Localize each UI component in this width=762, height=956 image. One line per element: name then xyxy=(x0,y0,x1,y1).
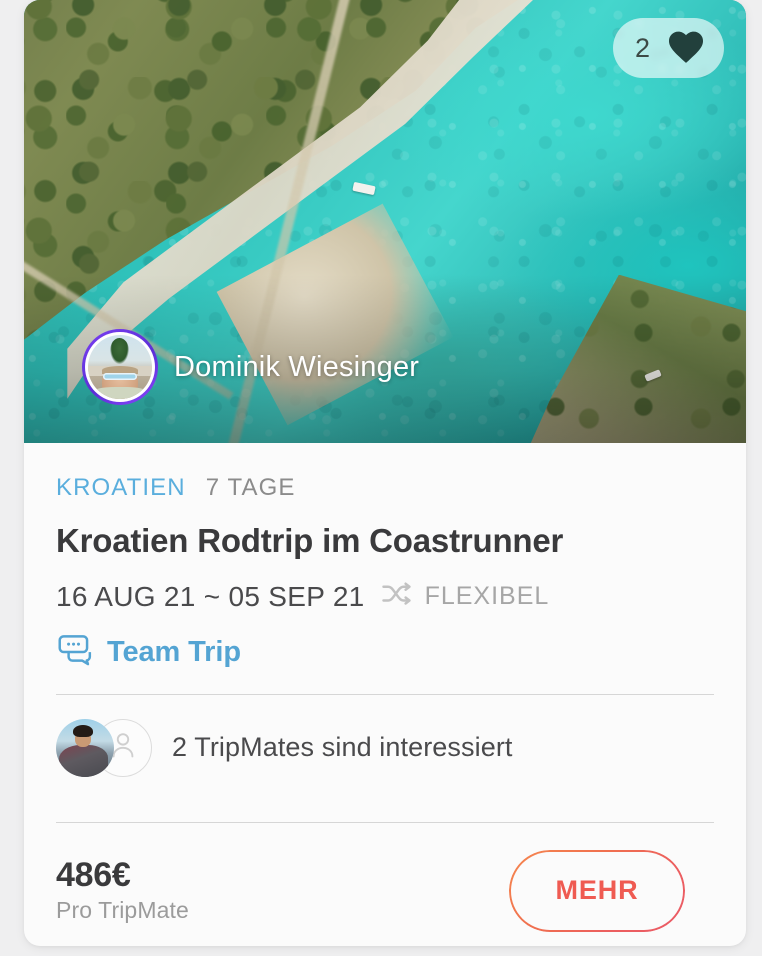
host-row[interactable]: Dominik Wiesinger xyxy=(82,329,419,405)
heart-icon[interactable] xyxy=(666,28,706,69)
tripmates-interest-text: 2 TripMates sind interessiert xyxy=(172,732,513,763)
favorites-badge[interactable]: 2 xyxy=(612,18,724,78)
card-body: KROATIEN 7 TAGE Kroatien Rodtrip im Coas… xyxy=(24,443,746,932)
host-avatar-ring[interactable] xyxy=(82,329,158,405)
team-trip-row[interactable]: Team Trip xyxy=(56,634,714,671)
host-name: Dominik Wiesinger xyxy=(174,350,420,383)
hero-image-container[interactable]: 2 Dominik Wiesinger xyxy=(24,0,746,443)
trip-card[interactable]: 2 Dominik Wiesinger KROATIEN 7 TAGE Kroa… xyxy=(24,0,746,946)
shuffle-icon xyxy=(381,581,413,612)
price-caption: Pro TripMate xyxy=(56,896,189,923)
avatar-sunglasses xyxy=(103,373,137,381)
page-title[interactable]: Kroatien Rodtrip im Coastrunner xyxy=(56,522,714,560)
host-avatar-inner-ring xyxy=(85,332,155,402)
price-value: 486€ xyxy=(56,856,131,895)
trip-duration: 7 TAGE xyxy=(205,474,296,501)
price-row: 486€ Pro TripMate MEHR xyxy=(56,823,714,932)
favorites-count: 2 xyxy=(634,32,650,63)
trip-date-range: 16 AUG 21 ~ 05 SEP 21 xyxy=(56,580,365,612)
avatar xyxy=(88,335,152,399)
tripmate-hair xyxy=(73,724,94,738)
tripmate-body xyxy=(59,745,109,777)
more-button[interactable]: MEHR xyxy=(509,849,685,932)
price-block: 486€ Pro TripMate xyxy=(56,856,189,924)
avatar-shirt xyxy=(93,387,147,399)
flexible-label: FLEXIBEL xyxy=(424,582,550,611)
trip-destination[interactable]: KROATIEN xyxy=(56,474,186,502)
tripmate-avatar-group[interactable] xyxy=(56,718,152,777)
avatar-palm-tree xyxy=(109,337,129,365)
chat-bubbles-icon xyxy=(56,634,94,671)
more-button-label: MEHR xyxy=(555,875,639,906)
trip-meta-row: KROATIEN 7 TAGE xyxy=(56,443,714,502)
tripmate-avatar-photo[interactable] xyxy=(56,718,114,777)
tripmate-photo-content xyxy=(56,718,114,777)
trip-dates-row: 16 AUG 21 ~ 05 SEP 21 FLEXIBEL xyxy=(56,581,714,613)
page-root: 2 Dominik Wiesinger KROATIEN 7 TAGE Kroa… xyxy=(0,0,762,956)
flexible-badge: FLEXIBEL xyxy=(381,581,550,612)
tripmates-row[interactable]: 2 TripMates sind interessiert xyxy=(56,695,714,799)
team-trip-label: Team Trip xyxy=(107,635,241,668)
